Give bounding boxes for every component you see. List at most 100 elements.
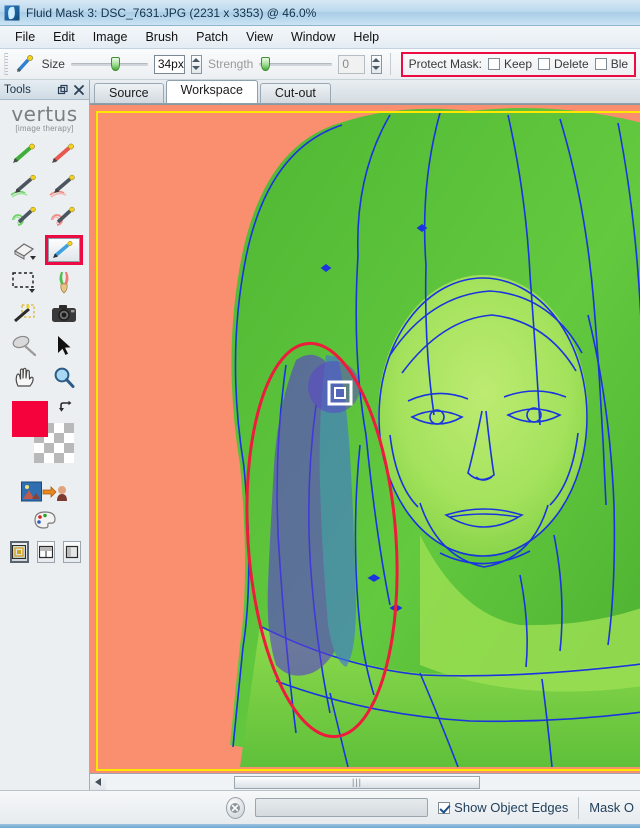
- workspace-area: Source Workspace Cut-out |||: [90, 80, 640, 790]
- fluid-mask-window: Fluid Mask 3: DSC_7631.JPG (2231 x 3353)…: [0, 0, 640, 828]
- pen-icon[interactable]: [14, 53, 36, 75]
- magic-wand-tool[interactable]: [6, 299, 45, 329]
- zoom-tool[interactable]: [45, 363, 84, 393]
- protect-blend-checkbox[interactable]: [594, 58, 607, 70]
- pointer-tool[interactable]: [45, 331, 84, 361]
- camera-tool[interactable]: [45, 299, 84, 329]
- camera-icon: [49, 302, 79, 326]
- eraser-tool[interactable]: [6, 235, 45, 265]
- strength-stepper[interactable]: [370, 54, 382, 74]
- hand-tool[interactable]: [6, 363, 45, 393]
- delete-pen-tool[interactable]: [45, 139, 84, 169]
- tab-cutout[interactable]: Cut-out: [259, 83, 331, 103]
- menu-item-brush[interactable]: Brush: [136, 27, 187, 47]
- strength-input[interactable]: 0: [338, 54, 365, 74]
- swap-colors-icon[interactable]: [58, 399, 74, 415]
- red-spiral-pen-icon: [48, 205, 80, 231]
- close-icon[interactable]: [73, 84, 85, 96]
- color-palette-icon[interactable]: [32, 510, 58, 533]
- marquee-tool[interactable]: [6, 267, 45, 297]
- protect-blend-option[interactable]: Ble: [594, 57, 629, 71]
- delete-blend-brush-tool[interactable]: [45, 171, 84, 201]
- status-bar: Show Object Edges Mask O: [0, 790, 640, 824]
- menu-item-window[interactable]: Window: [282, 27, 344, 47]
- strength-slider[interactable]: [259, 55, 333, 73]
- view-mode-split-horizontal[interactable]: [36, 541, 55, 563]
- keep-blend-brush-tool[interactable]: [6, 171, 45, 201]
- options-toolbar: Size 34px Strength 0 Protect Mask: Keep: [0, 49, 640, 80]
- protect-delete-option[interactable]: Delete: [538, 57, 589, 71]
- main-body: Tools vertus [image therapy] Source Work…: [0, 80, 640, 790]
- menu-item-help[interactable]: Help: [344, 27, 388, 47]
- protect-keep-label: Keep: [503, 57, 532, 71]
- feather-pen-icon: [51, 269, 77, 295]
- red-blend-pen-icon: [48, 173, 80, 199]
- magic-wand-icon: [11, 302, 39, 326]
- menu-item-file[interactable]: File: [6, 27, 44, 47]
- scrollbar-thumb-grip: |||: [351, 777, 362, 787]
- keep-fill-tool[interactable]: [6, 203, 45, 233]
- green-pen-icon: [10, 142, 40, 166]
- protect-blend-label: Ble: [610, 57, 629, 71]
- view-mode-single[interactable]: [10, 541, 29, 563]
- toolbar-grip[interactable]: [4, 53, 8, 75]
- scrollbar-thumb[interactable]: |||: [234, 775, 480, 789]
- status-divider: [578, 796, 580, 819]
- tools-panel: Tools vertus [image therapy]: [0, 80, 90, 790]
- eraser-icon: [10, 238, 40, 262]
- show-object-edges-option[interactable]: Show Object Edges: [438, 800, 568, 815]
- menu-bar: File Edit Image Brush Patch View Window …: [0, 26, 640, 49]
- tab-workspace[interactable]: Workspace: [165, 80, 258, 103]
- blue-pen-icon: [47, 238, 80, 262]
- size-label: Size: [41, 57, 65, 71]
- size-slider[interactable]: [70, 55, 148, 73]
- blend-pen-tool[interactable]: [44, 235, 83, 265]
- protect-delete-checkbox[interactable]: [538, 58, 550, 70]
- protect-keep-option[interactable]: Keep: [487, 57, 532, 71]
- window-title: Fluid Mask 3: DSC_7631.JPG (2231 x 3353)…: [26, 5, 317, 20]
- arrow-cursor-icon: [54, 334, 74, 358]
- photo-transform-icon[interactable]: [20, 481, 69, 506]
- window-bottom-edge: [0, 824, 640, 828]
- masked-portrait-image[interactable]: [90, 105, 640, 773]
- menu-item-edit[interactable]: Edit: [44, 27, 84, 47]
- scroll-left-arrow-icon[interactable]: [90, 775, 106, 790]
- size-slider-knob[interactable]: [110, 57, 120, 71]
- vertus-logo: vertus [image therapy]: [0, 102, 89, 137]
- menu-item-view[interactable]: View: [237, 27, 282, 47]
- red-pen-icon: [49, 142, 79, 166]
- transform-row: [0, 479, 89, 508]
- delete-fill-tool[interactable]: [45, 203, 84, 233]
- scrollbar-track[interactable]: |||: [106, 774, 640, 790]
- feather-pen-tool[interactable]: [45, 267, 84, 297]
- tools-panel-title: Tools: [4, 83, 31, 96]
- show-object-edges-checkbox[interactable]: [438, 801, 451, 814]
- image-canvas[interactable]: [90, 104, 640, 773]
- size-stepper[interactable]: [190, 54, 202, 74]
- stop-cancel-icon[interactable]: [226, 796, 245, 819]
- protect-keep-checkbox[interactable]: [487, 58, 500, 70]
- app-logo-icon: [4, 4, 20, 21]
- title-bar: Fluid Mask 3: DSC_7631.JPG (2231 x 3353)…: [0, 0, 640, 26]
- strength-slider-knob[interactable]: [261, 57, 271, 71]
- toolbar-divider: [389, 53, 391, 75]
- show-object-edges-label: Show Object Edges: [454, 800, 569, 815]
- tools-panel-body: vertus [image therapy]: [0, 100, 89, 790]
- foreground-color-swatch[interactable]: [12, 401, 48, 437]
- tab-source[interactable]: Source: [94, 83, 164, 103]
- color-swatches: [10, 399, 89, 477]
- progress-bar: [254, 798, 429, 817]
- strength-label: Strength: [207, 57, 254, 71]
- view-tabs: Source Workspace Cut-out: [90, 80, 640, 104]
- menu-item-image[interactable]: Image: [84, 27, 137, 47]
- protect-mask-label: Protect Mask:: [408, 57, 482, 71]
- dropper-tool[interactable]: [6, 331, 45, 361]
- menu-item-patch[interactable]: Patch: [187, 27, 237, 47]
- tools-panel-header: Tools: [0, 80, 89, 100]
- marquee-icon: [10, 270, 40, 294]
- view-mode-blank[interactable]: [62, 541, 81, 563]
- keep-pen-tool[interactable]: [6, 139, 45, 169]
- size-input[interactable]: 34px: [153, 54, 185, 74]
- horizontal-scrollbar[interactable]: |||: [90, 773, 640, 790]
- undock-icon[interactable]: [57, 84, 69, 96]
